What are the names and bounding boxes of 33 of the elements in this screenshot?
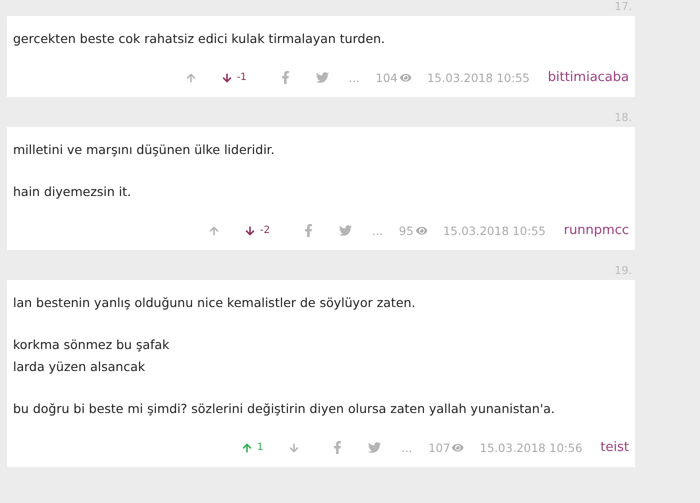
arrow-up-icon — [242, 442, 252, 452]
twitter-icon[interactable] — [338, 224, 352, 237]
entry-text: korkma sönmez bu şafak larda yüzen alsancak — [13, 336, 170, 376]
downvote-button[interactable]: -2 — [238, 225, 276, 236]
arrow-down-icon — [244, 226, 255, 236]
arrow-up-icon — [186, 72, 196, 82]
entry-date[interactable]: 15.03.2018 10:55 — [427, 70, 530, 84]
arrow-down-icon — [289, 442, 300, 452]
author-link[interactable]: teist — [600, 440, 629, 455]
author-link[interactable]: bittimiacaba — [548, 70, 629, 85]
view-count: 107 — [428, 440, 450, 454]
twitter-icon[interactable] — [368, 441, 382, 454]
eye-icon — [416, 224, 428, 236]
entry-text: hain diyemezsin it. — [13, 183, 132, 201]
author-link[interactable]: runnpmcc — [564, 223, 629, 238]
entry-text: lan bestenin yanlış olduğunu nice kemalistler de söylüyor zaten. — [13, 294, 416, 312]
twitter-icon[interactable] — [316, 71, 329, 84]
more-button[interactable]: ... — [348, 70, 360, 84]
view-count: 95 — [398, 224, 414, 238]
arrow-down-icon — [222, 72, 232, 82]
more-button[interactable]: ... — [401, 440, 412, 454]
entry-text: bu doğru bi beste mi şimdi? sözlerini değiştirin diyen olursa zaten yallah yunanistan'a. — [13, 400, 556, 418]
eye-icon — [452, 442, 464, 454]
view-count: 104 — [376, 70, 398, 84]
entry-date[interactable]: 15.03.2018 10:56 — [480, 440, 582, 454]
entry-text: gercekten beste cok rahatsiz edici kulak tirmalayan turden. — [13, 30, 386, 48]
entry-text: milletini ve marşını düşünen ülke lideridir. — [13, 141, 276, 159]
upvote-button[interactable]: 1 — [236, 442, 270, 453]
more-button[interactable]: ... — [372, 224, 383, 238]
entry-date[interactable]: 15.03.2018 10:55 — [443, 224, 546, 238]
downvote-button[interactable]: -1 — [216, 72, 253, 83]
arrow-up-icon — [208, 226, 219, 236]
eye-icon — [400, 72, 412, 84]
